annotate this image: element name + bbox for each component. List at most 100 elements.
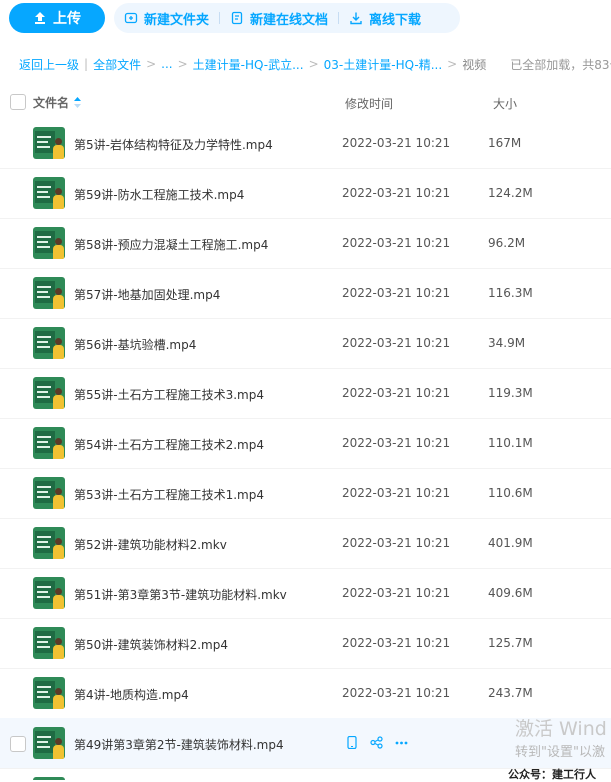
- video-thumbnail: [33, 477, 65, 509]
- file-modified-time: 2022-03-21 10:21: [342, 136, 451, 150]
- file-name[interactable]: 第54讲-土石方工程施工技术2.mp4: [74, 436, 264, 453]
- file-size: 124.2M: [488, 186, 533, 200]
- video-thumbnail: [33, 627, 65, 659]
- file-list-header: 文件名 修改时间 大小: [0, 88, 611, 116]
- file-size: 110.1M: [488, 436, 533, 450]
- video-thumbnail: [33, 527, 65, 559]
- file-list: 第5讲-岩体结构特征及力学特性.mp4 2022-03-21 10:21 167M 第…: [0, 118, 611, 780]
- breadcrumb-level1-link[interactable]: 土建计量-HQ-武立...: [193, 56, 304, 73]
- download-icon: [350, 12, 362, 25]
- breadcrumb-chevron-icon: >: [146, 57, 157, 71]
- file-name[interactable]: 第49讲第3章第2节-建筑装饰材料.mp4: [74, 736, 284, 753]
- load-status: 已全部加载，共83个: [510, 57, 611, 72]
- file-name[interactable]: 第52讲-建筑功能材料2.mkv: [74, 536, 227, 553]
- offline-download-button[interactable]: 离线下载: [339, 3, 431, 33]
- video-thumbnail: [33, 127, 65, 159]
- name-column-label: 文件名: [33, 96, 70, 110]
- video-thumbnail: [33, 677, 65, 709]
- file-name[interactable]: 第59讲-防水工程施工技术.mp4: [74, 186, 244, 203]
- file-size: 34.9M: [488, 336, 526, 350]
- file-row[interactable]: 第50讲-建筑装饰材料2.mp4 2022-03-21 10:21 125.7M: [0, 618, 611, 669]
- file-row[interactable]: 第56讲-基坑验槽.mp4 2022-03-21 10:21 34.9M: [0, 318, 611, 369]
- new-online-doc-button[interactable]: 新建在线文档: [220, 3, 338, 33]
- new-folder-button[interactable]: 新建文件夹: [114, 3, 219, 33]
- activation-watermark-title: 激活 Wind: [515, 718, 607, 740]
- file-size: 167M: [488, 136, 522, 150]
- upload-icon: [35, 12, 45, 24]
- file-modified-time: 2022-03-21 10:21: [342, 586, 451, 600]
- sort-icon: [74, 97, 82, 108]
- file-size: 401.9M: [488, 536, 533, 550]
- toolbar: 上传 新建文件夹 新建在线文档 离线下载: [0, 0, 611, 40]
- breadcrumb-current: 视频: [462, 57, 487, 72]
- video-thumbnail: [33, 427, 65, 459]
- select-all-checkbox[interactable]: [10, 94, 26, 110]
- size-column-header[interactable]: 大小: [493, 95, 517, 112]
- file-modified-time: 2022-03-21 10:21: [342, 686, 451, 700]
- file-modified-time: 2022-03-21 10:21: [342, 636, 451, 650]
- file-size: 116.3M: [488, 286, 533, 300]
- new-folder-label: 新建文件夹: [144, 12, 210, 28]
- file-name[interactable]: 第5讲-岩体结构特征及力学特性.mp4: [74, 136, 273, 153]
- file-size: 409.6M: [488, 586, 533, 600]
- file-row[interactable]: 第59讲-防水工程施工技术.mp4 2022-03-21 10:21 124.2M: [0, 168, 611, 219]
- phone-icon[interactable]: [344, 735, 359, 750]
- file-name[interactable]: 第4讲-地质构造.mp4: [74, 686, 189, 703]
- breadcrumb-ellipsis-link[interactable]: ...: [161, 57, 172, 71]
- share-icon[interactable]: [369, 735, 384, 750]
- row-actions: [344, 735, 409, 750]
- breadcrumb-separator: |: [84, 57, 89, 71]
- upload-button[interactable]: 上传: [9, 3, 105, 33]
- file-name[interactable]: 第57讲-地基加固处理.mp4: [74, 286, 220, 303]
- file-row[interactable]: 第58讲-预应力混凝土工程施工.mp4 2022-03-21 10:21 96.2M: [0, 218, 611, 269]
- video-thumbnail: [33, 577, 65, 609]
- file-row[interactable]: 第54讲-土石方工程施工技术2.mp4 2022-03-21 10:21 110.1…: [0, 418, 611, 469]
- file-name[interactable]: 第56讲-基坑验槽.mp4: [74, 336, 196, 353]
- file-name[interactable]: 第53讲-土石方工程施工技术1.mp4: [74, 486, 264, 503]
- video-thumbnail: [33, 227, 65, 259]
- file-row[interactable]: 第51讲-第3章第3节-建筑功能材料.mkv 2022-03-21 10:21 40…: [0, 568, 611, 619]
- file-row[interactable]: 第55讲-土石方工程施工技术3.mp4 2022-03-21 10:21 119.3…: [0, 368, 611, 419]
- breadcrumb-chevron-icon: >: [308, 57, 319, 71]
- toolbar-actions: 新建文件夹 新建在线文档 离线下载: [114, 3, 460, 33]
- upload-label: 上传: [53, 11, 81, 27]
- video-thumbnail: [33, 727, 65, 759]
- activation-watermark-hint: 转到"设置"以激: [515, 745, 605, 760]
- file-name[interactable]: 第50讲-建筑装饰材料2.mp4: [74, 636, 228, 653]
- new-online-doc-label: 新建在线文档: [250, 12, 329, 28]
- file-name[interactable]: 第51讲-第3章第3节-建筑功能材料.mkv: [74, 586, 287, 603]
- name-column-header[interactable]: 文件名: [33, 94, 82, 111]
- video-thumbnail: [33, 327, 65, 359]
- breadcrumb-all-files-link[interactable]: 全部文件: [93, 56, 141, 73]
- time-column-header[interactable]: 修改时间: [345, 95, 393, 112]
- file-row[interactable]: 第53讲-土石方工程施工技术1.mp4 2022-03-21 10:21 110.6…: [0, 468, 611, 519]
- breadcrumb-level2-link[interactable]: 03-土建计量-HQ-精...: [324, 56, 443, 73]
- file-row-checkbox[interactable]: [10, 736, 26, 752]
- file-size: 119.3M: [488, 386, 533, 400]
- file-modified-time: 2022-03-21 10:21: [342, 336, 451, 350]
- video-thumbnail: [33, 277, 65, 309]
- file-modified-time: 2022-03-21 10:21: [342, 486, 451, 500]
- file-size: 243.7M: [488, 686, 533, 700]
- video-thumbnail: [33, 377, 65, 409]
- file-modified-time: 2022-03-21 10:21: [342, 386, 451, 400]
- file-modified-time: 2022-03-21 10:21: [342, 286, 451, 300]
- video-thumbnail: [33, 177, 65, 209]
- breadcrumb-back-link[interactable]: 返回上一级: [19, 56, 79, 73]
- file-size: 110.6M: [488, 486, 533, 500]
- file-name[interactable]: 第55讲-土石方工程施工技术3.mp4: [74, 386, 264, 403]
- file-modified-time: 2022-03-21 10:21: [342, 186, 451, 200]
- more-icon[interactable]: [394, 735, 409, 750]
- file-row[interactable]: 第52讲-建筑功能材料2.mkv 2022-03-21 10:21 401.9M: [0, 518, 611, 569]
- breadcrumb-chevron-icon: >: [177, 57, 188, 71]
- file-size: 96.2M: [488, 236, 526, 250]
- file-row[interactable]: 第5讲-岩体结构特征及力学特性.mp4 2022-03-21 10:21 167M: [0, 118, 611, 169]
- file-row[interactable]: 第57讲-地基加固处理.mp4 2022-03-21 10:21 116.3M: [0, 268, 611, 319]
- file-row[interactable]: 第4讲-地质构造.mp4 2022-03-21 10:21 243.7M: [0, 668, 611, 719]
- file-modified-time: 2022-03-21 10:21: [342, 436, 451, 450]
- offline-download-label: 离线下载: [369, 12, 422, 28]
- file-modified-time: 2022-03-21 10:21: [342, 236, 451, 250]
- new-folder-icon: [124, 12, 138, 24]
- file-name[interactable]: 第58讲-预应力混凝土工程施工.mp4: [74, 236, 268, 253]
- file-size: 125.7M: [488, 636, 533, 650]
